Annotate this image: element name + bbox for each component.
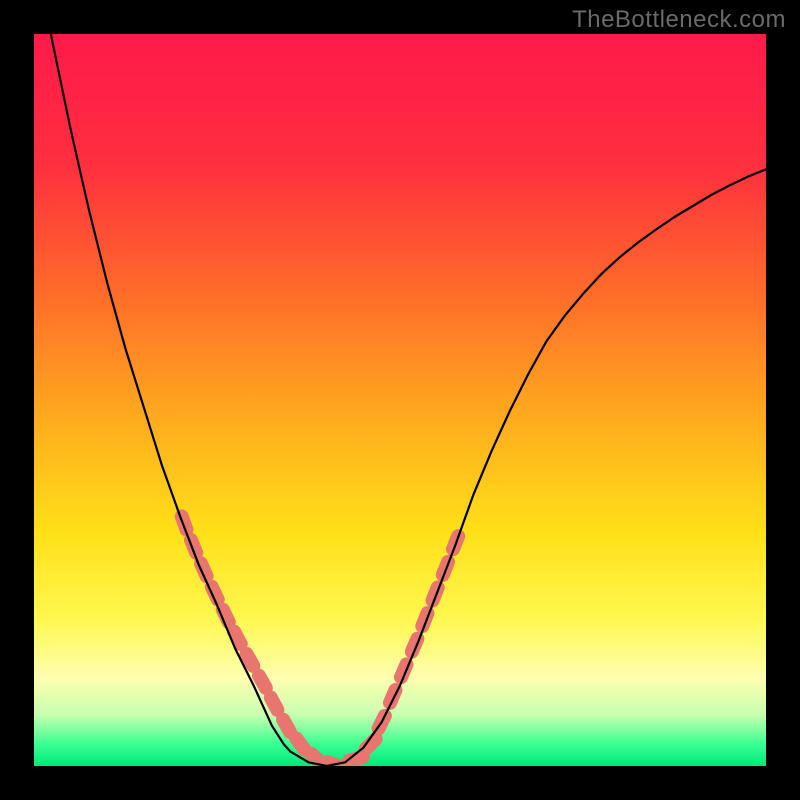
plot-area	[34, 34, 766, 766]
watermark-text: TheBottleneck.com	[572, 6, 786, 34]
chart-svg	[34, 34, 766, 766]
outer-frame: TheBottleneck.com	[0, 0, 800, 800]
curve-marker	[392, 655, 416, 686]
curve-marker	[413, 604, 436, 635]
curve-marker	[403, 630, 427, 661]
bottleneck-curve	[34, 34, 766, 766]
marker-layer	[173, 507, 468, 766]
curve-marker	[423, 578, 446, 609]
